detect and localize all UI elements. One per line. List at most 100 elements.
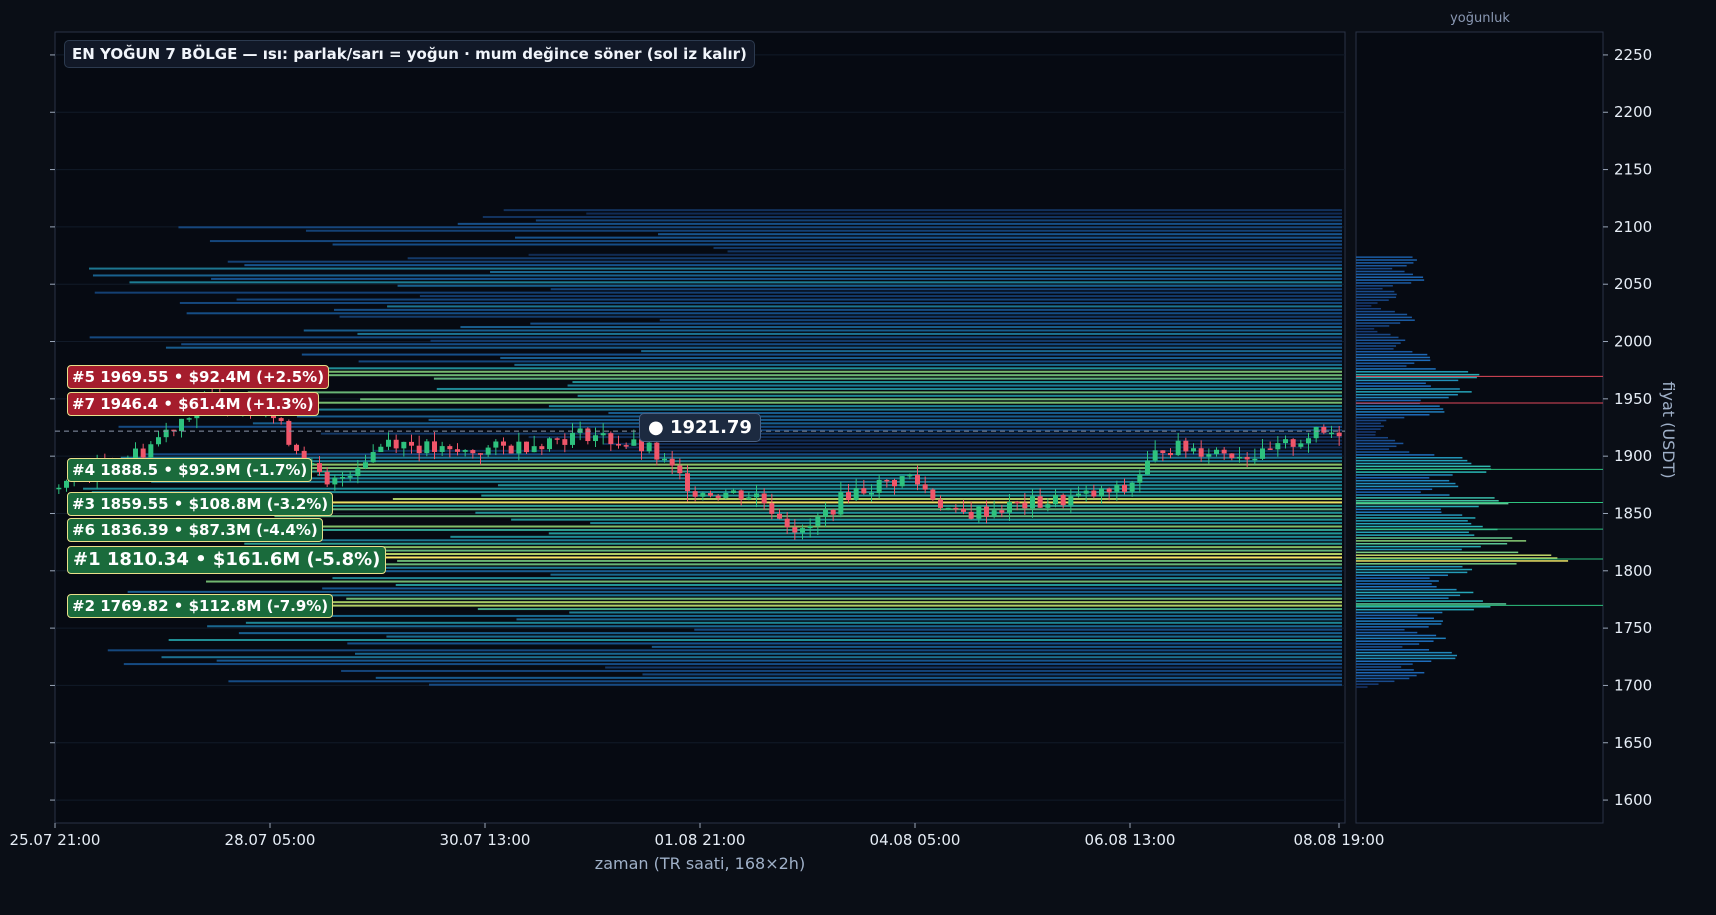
profile-bar [1356,322,1401,324]
profile-bar [1356,348,1394,350]
profile-bar [1356,276,1424,278]
profile-bar [1356,522,1472,525]
candle-body [1221,449,1227,454]
candle-body [294,444,299,451]
heat-band [92,274,1342,277]
profile-bar [1356,502,1509,505]
candle-body [1060,494,1066,506]
profile-bar [1356,328,1375,330]
profile-bar [1356,371,1469,373]
profile-bar [1356,580,1439,582]
heat-band [375,676,1343,679]
y-tick-label: 1950 [1614,390,1652,408]
heat-band [548,532,1342,535]
profile-bar [1356,497,1495,499]
zone-label: #3 1859.55 • $108.8M (-3.2%) [67,491,334,516]
candle-body [784,518,790,528]
heat-band [178,226,1342,229]
profile-bar [1356,270,1405,273]
profile-bar [1356,265,1407,267]
candle-body [1129,482,1135,492]
heat-band [334,308,1343,311]
profile-bar [1356,623,1442,625]
heat-band [742,439,1342,442]
candle-body [1022,502,1028,509]
chart-title: EN YOĞUN 7 BÖLGE — ısı: parlak/sarı = yo… [64,40,755,68]
heat-band [238,632,1342,635]
profile-bar [1356,405,1440,407]
profile-bar [1356,614,1418,617]
candle-body [1191,448,1196,452]
profile-bar [1356,330,1378,333]
profile-bar [1356,574,1448,577]
x-tick-label: 06.08 13:00 [1085,831,1176,849]
heat-band [497,484,1342,487]
profile-bar [1356,422,1381,425]
heat-band [332,577,1342,580]
zone-label: #5 1969.55 • $92.4M (+2.5%) [67,365,330,390]
heat-band [477,608,1342,611]
profile-bar [1356,273,1413,276]
profile-bar [1356,353,1428,356]
candle-body [1306,438,1311,444]
profile-bar [1356,491,1421,493]
heat-band [83,487,1342,490]
candle-body [462,450,468,452]
profile-bar [1356,442,1404,445]
candle-body [815,516,821,527]
profile-bar [1356,597,1449,599]
profile-bar [1356,267,1393,270]
heat-band [244,542,1343,545]
heat-band [397,559,1342,562]
candle-body [1068,496,1074,506]
candle-body [715,495,721,498]
profile-title: yoğunluk [1450,11,1510,26]
heat-band [245,621,1343,624]
profile-bar [1356,345,1397,347]
profile-bar [1356,310,1395,313]
candle-body [869,492,874,495]
profile-bar [1356,482,1456,485]
candle-body [439,446,445,452]
heat-band [274,515,1342,518]
profile-bar [1356,677,1410,680]
candle-body [1329,432,1334,435]
candle-body [1030,496,1035,509]
heat-band [651,645,1342,648]
profile-bar [1356,279,1425,281]
candle-body [899,476,905,487]
profile-bar [1356,290,1395,293]
candle-body [961,508,966,512]
profile-bar [1356,611,1443,614]
profile-bar [1356,462,1472,465]
profile-bar [1356,256,1413,258]
heat-band [357,332,1343,335]
candle-body [148,444,154,458]
candle-body [792,527,798,533]
profile-bar [1356,408,1444,410]
heat-band [360,398,1342,401]
profile-bar [1356,359,1431,362]
profile-bar [1356,631,1418,634]
candle-body [547,438,552,450]
candle-body [554,438,560,440]
y-tick-label: 1800 [1614,562,1652,580]
heat-band [577,394,1342,397]
heat-band [727,250,1342,253]
y-tick-label: 2200 [1614,103,1652,121]
candle-body [1275,443,1281,450]
profile-bar [1356,548,1462,551]
candle-body [1145,460,1150,475]
candle-body [393,439,399,449]
candle-body [179,418,184,432]
profile-bar [1356,651,1452,654]
x-tick-label: 08.08 19:00 [1294,831,1385,849]
candle-body [738,490,744,500]
heat-band [572,381,1342,384]
heat-band [161,656,1343,659]
heat-band [347,549,1342,552]
heat-band [482,215,1342,218]
profile-bar [1356,508,1441,511]
candle-body [1160,450,1166,454]
candle-body [953,507,959,510]
